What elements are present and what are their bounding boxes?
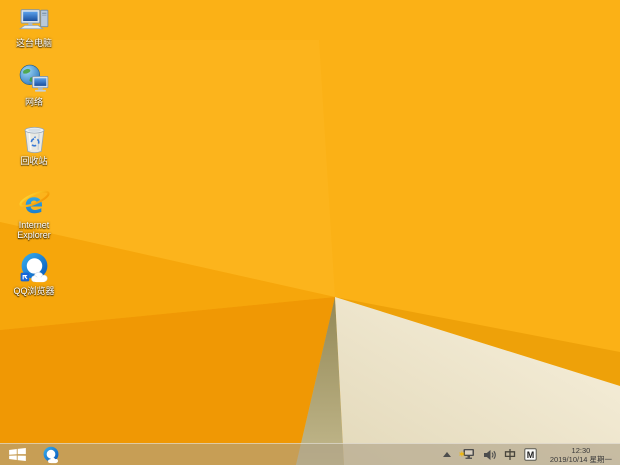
desktop-icon-label: Internet Explorer bbox=[17, 220, 51, 240]
clock-time: 12:30 bbox=[571, 445, 591, 455]
svg-text:*: * bbox=[459, 450, 465, 462]
taskbar-clock[interactable]: 12:30 2019/10/14 星期一 bbox=[550, 446, 612, 464]
windows-logo-icon bbox=[8, 448, 26, 461]
network-status-button[interactable]: * bbox=[459, 444, 475, 465]
svg-text:M: M bbox=[527, 450, 535, 460]
internet-explorer-icon: e bbox=[18, 186, 50, 219]
show-hidden-icons-button[interactable] bbox=[442, 444, 451, 465]
system-tray: * M 12:30 2019/10/14 星期一 bbox=[442, 444, 620, 465]
start-button[interactable] bbox=[0, 444, 34, 465]
ime-mode-button[interactable]: M bbox=[524, 444, 537, 465]
desktop-icon-label: 网络 bbox=[24, 97, 43, 107]
ime-chinese-icon bbox=[504, 449, 516, 460]
ime-language-button[interactable] bbox=[504, 444, 516, 465]
chevron-up-icon bbox=[442, 452, 451, 457]
this-pc-icon bbox=[18, 9, 48, 30]
wallpaper bbox=[0, 0, 620, 465]
desktop-icon-label: 回收站 bbox=[20, 156, 48, 166]
desktop-icon-label: 这台电脑 bbox=[15, 38, 52, 48]
desktop-icon-label: QQ浏览器 bbox=[13, 286, 55, 296]
clock-date: 2019/10/14 星期一 bbox=[549, 454, 612, 464]
qq-browser-icon bbox=[43, 446, 59, 463]
recycle-bin-icon bbox=[24, 126, 44, 154]
taskbar-app-qq-browser[interactable] bbox=[36, 444, 66, 465]
desktop-icon-this-pc[interactable]: 这台电脑 bbox=[2, 4, 66, 48]
desktop-icon-network[interactable]: 网络 bbox=[2, 63, 66, 107]
speaker-icon bbox=[483, 449, 496, 460]
ime-mode-icon: M bbox=[524, 448, 537, 461]
network-warning-icon: * bbox=[459, 449, 474, 462]
volume-button[interactable] bbox=[483, 444, 496, 465]
qq-browser-icon bbox=[20, 253, 48, 283]
desktop-icon-internet-explorer[interactable]: e Internet Explorer bbox=[2, 186, 66, 240]
network-icon bbox=[19, 64, 48, 92]
desktop: 这台电脑 网络 回收站 e Internet Explorer QQ浏览器 * … bbox=[0, 0, 620, 465]
desktop-icon-recycle-bin[interactable]: 回收站 bbox=[2, 122, 66, 166]
desktop-icon-qq-browser[interactable]: QQ浏览器 bbox=[2, 252, 66, 296]
taskbar: * M 12:30 2019/10/14 星期一 bbox=[0, 443, 620, 465]
